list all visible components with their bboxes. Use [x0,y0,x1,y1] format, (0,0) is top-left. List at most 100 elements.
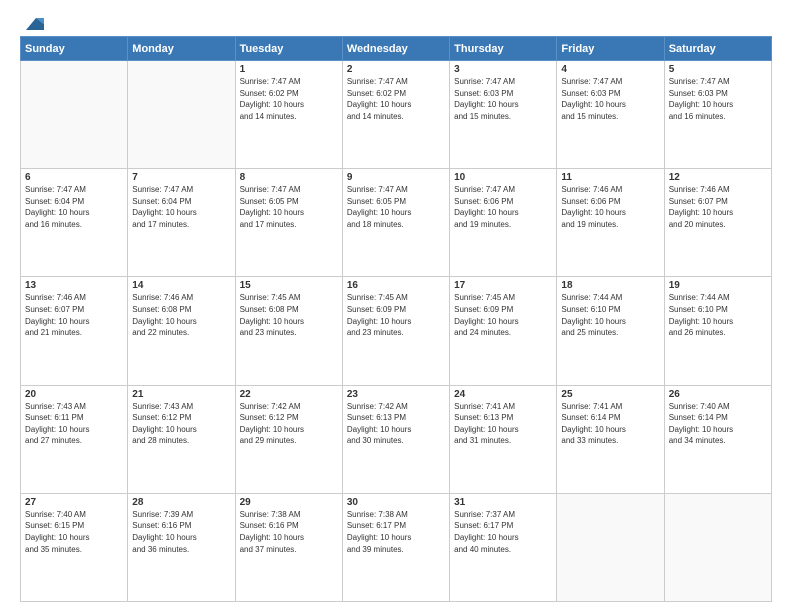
calendar-cell: 31Sunrise: 7:37 AM Sunset: 6:17 PM Dayli… [450,493,557,601]
calendar-table: SundayMondayTuesdayWednesdayThursdayFrid… [20,36,772,602]
calendar-cell: 18Sunrise: 7:44 AM Sunset: 6:10 PM Dayli… [557,277,664,385]
day-info: Sunrise: 7:47 AM Sunset: 6:04 PM Dayligh… [132,184,230,230]
day-info: Sunrise: 7:45 AM Sunset: 6:09 PM Dayligh… [454,292,552,338]
calendar-cell [128,61,235,169]
day-number: 31 [454,497,552,508]
day-number: 24 [454,389,552,400]
day-number: 15 [240,280,338,291]
day-number: 27 [25,497,123,508]
day-info: Sunrise: 7:47 AM Sunset: 6:03 PM Dayligh… [561,76,659,122]
calendar-cell: 21Sunrise: 7:43 AM Sunset: 6:12 PM Dayli… [128,385,235,493]
week-row-2: 6Sunrise: 7:47 AM Sunset: 6:04 PM Daylig… [21,169,772,277]
day-number: 8 [240,172,338,183]
calendar-cell: 16Sunrise: 7:45 AM Sunset: 6:09 PM Dayli… [342,277,449,385]
day-number: 9 [347,172,445,183]
day-number: 23 [347,389,445,400]
day-number: 13 [25,280,123,291]
calendar-cell: 22Sunrise: 7:42 AM Sunset: 6:12 PM Dayli… [235,385,342,493]
day-info: Sunrise: 7:47 AM Sunset: 6:04 PM Dayligh… [25,184,123,230]
calendar-cell: 27Sunrise: 7:40 AM Sunset: 6:15 PM Dayli… [21,493,128,601]
day-info: Sunrise: 7:47 AM Sunset: 6:03 PM Dayligh… [669,76,767,122]
calendar-dow-tuesday: Tuesday [235,37,342,61]
day-info: Sunrise: 7:41 AM Sunset: 6:14 PM Dayligh… [561,401,659,447]
day-number: 12 [669,172,767,183]
day-info: Sunrise: 7:45 AM Sunset: 6:09 PM Dayligh… [347,292,445,338]
calendar-dow-thursday: Thursday [450,37,557,61]
day-info: Sunrise: 7:41 AM Sunset: 6:13 PM Dayligh… [454,401,552,447]
day-info: Sunrise: 7:46 AM Sunset: 6:07 PM Dayligh… [25,292,123,338]
week-row-4: 20Sunrise: 7:43 AM Sunset: 6:11 PM Dayli… [21,385,772,493]
day-number: 26 [669,389,767,400]
day-number: 5 [669,64,767,75]
day-info: Sunrise: 7:47 AM Sunset: 6:02 PM Dayligh… [347,76,445,122]
calendar-dow-friday: Friday [557,37,664,61]
day-number: 6 [25,172,123,183]
day-info: Sunrise: 7:42 AM Sunset: 6:12 PM Dayligh… [240,401,338,447]
day-info: Sunrise: 7:47 AM Sunset: 6:05 PM Dayligh… [347,184,445,230]
day-info: Sunrise: 7:38 AM Sunset: 6:16 PM Dayligh… [240,509,338,555]
day-number: 20 [25,389,123,400]
day-info: Sunrise: 7:39 AM Sunset: 6:16 PM Dayligh… [132,509,230,555]
calendar-dow-wednesday: Wednesday [342,37,449,61]
week-row-5: 27Sunrise: 7:40 AM Sunset: 6:15 PM Dayli… [21,493,772,601]
day-info: Sunrise: 7:47 AM Sunset: 6:02 PM Dayligh… [240,76,338,122]
day-number: 29 [240,497,338,508]
day-number: 16 [347,280,445,291]
day-number: 28 [132,497,230,508]
day-number: 18 [561,280,659,291]
calendar-cell: 5Sunrise: 7:47 AM Sunset: 6:03 PM Daylig… [664,61,771,169]
day-number: 4 [561,64,659,75]
day-number: 2 [347,64,445,75]
calendar-dow-sunday: Sunday [21,37,128,61]
calendar-page: SundayMondayTuesdayWednesdayThursdayFrid… [0,0,792,612]
week-row-3: 13Sunrise: 7:46 AM Sunset: 6:07 PM Dayli… [21,277,772,385]
calendar-cell: 11Sunrise: 7:46 AM Sunset: 6:06 PM Dayli… [557,169,664,277]
calendar-cell: 4Sunrise: 7:47 AM Sunset: 6:03 PM Daylig… [557,61,664,169]
calendar-cell: 26Sunrise: 7:40 AM Sunset: 6:14 PM Dayli… [664,385,771,493]
calendar-cell: 28Sunrise: 7:39 AM Sunset: 6:16 PM Dayli… [128,493,235,601]
day-number: 17 [454,280,552,291]
calendar-cell: 30Sunrise: 7:38 AM Sunset: 6:17 PM Dayli… [342,493,449,601]
day-info: Sunrise: 7:37 AM Sunset: 6:17 PM Dayligh… [454,509,552,555]
calendar-cell: 9Sunrise: 7:47 AM Sunset: 6:05 PM Daylig… [342,169,449,277]
header [20,16,772,28]
day-info: Sunrise: 7:44 AM Sunset: 6:10 PM Dayligh… [561,292,659,338]
day-info: Sunrise: 7:44 AM Sunset: 6:10 PM Dayligh… [669,292,767,338]
calendar-dow-saturday: Saturday [664,37,771,61]
day-number: 25 [561,389,659,400]
day-info: Sunrise: 7:47 AM Sunset: 6:05 PM Dayligh… [240,184,338,230]
calendar-cell: 19Sunrise: 7:44 AM Sunset: 6:10 PM Dayli… [664,277,771,385]
calendar-cell [664,493,771,601]
calendar-cell: 7Sunrise: 7:47 AM Sunset: 6:04 PM Daylig… [128,169,235,277]
day-info: Sunrise: 7:42 AM Sunset: 6:13 PM Dayligh… [347,401,445,447]
day-number: 7 [132,172,230,183]
day-info: Sunrise: 7:43 AM Sunset: 6:11 PM Dayligh… [25,401,123,447]
calendar-cell: 3Sunrise: 7:47 AM Sunset: 6:03 PM Daylig… [450,61,557,169]
day-number: 30 [347,497,445,508]
calendar-cell: 23Sunrise: 7:42 AM Sunset: 6:13 PM Dayli… [342,385,449,493]
day-info: Sunrise: 7:46 AM Sunset: 6:07 PM Dayligh… [669,184,767,230]
calendar-cell: 12Sunrise: 7:46 AM Sunset: 6:07 PM Dayli… [664,169,771,277]
day-number: 10 [454,172,552,183]
day-info: Sunrise: 7:40 AM Sunset: 6:15 PM Dayligh… [25,509,123,555]
calendar-cell [21,61,128,169]
day-info: Sunrise: 7:46 AM Sunset: 6:08 PM Dayligh… [132,292,230,338]
day-info: Sunrise: 7:47 AM Sunset: 6:03 PM Dayligh… [454,76,552,122]
calendar-cell: 2Sunrise: 7:47 AM Sunset: 6:02 PM Daylig… [342,61,449,169]
day-info: Sunrise: 7:46 AM Sunset: 6:06 PM Dayligh… [561,184,659,230]
day-info: Sunrise: 7:47 AM Sunset: 6:06 PM Dayligh… [454,184,552,230]
day-number: 11 [561,172,659,183]
day-number: 22 [240,389,338,400]
calendar-cell: 13Sunrise: 7:46 AM Sunset: 6:07 PM Dayli… [21,277,128,385]
calendar-cell: 14Sunrise: 7:46 AM Sunset: 6:08 PM Dayli… [128,277,235,385]
day-info: Sunrise: 7:45 AM Sunset: 6:08 PM Dayligh… [240,292,338,338]
calendar-cell: 29Sunrise: 7:38 AM Sunset: 6:16 PM Dayli… [235,493,342,601]
calendar-dow-monday: Monday [128,37,235,61]
day-number: 3 [454,64,552,75]
day-number: 14 [132,280,230,291]
calendar-header-row: SundayMondayTuesdayWednesdayThursdayFrid… [21,37,772,61]
week-row-1: 1Sunrise: 7:47 AM Sunset: 6:02 PM Daylig… [21,61,772,169]
day-info: Sunrise: 7:38 AM Sunset: 6:17 PM Dayligh… [347,509,445,555]
calendar-cell: 17Sunrise: 7:45 AM Sunset: 6:09 PM Dayli… [450,277,557,385]
calendar-cell: 10Sunrise: 7:47 AM Sunset: 6:06 PM Dayli… [450,169,557,277]
